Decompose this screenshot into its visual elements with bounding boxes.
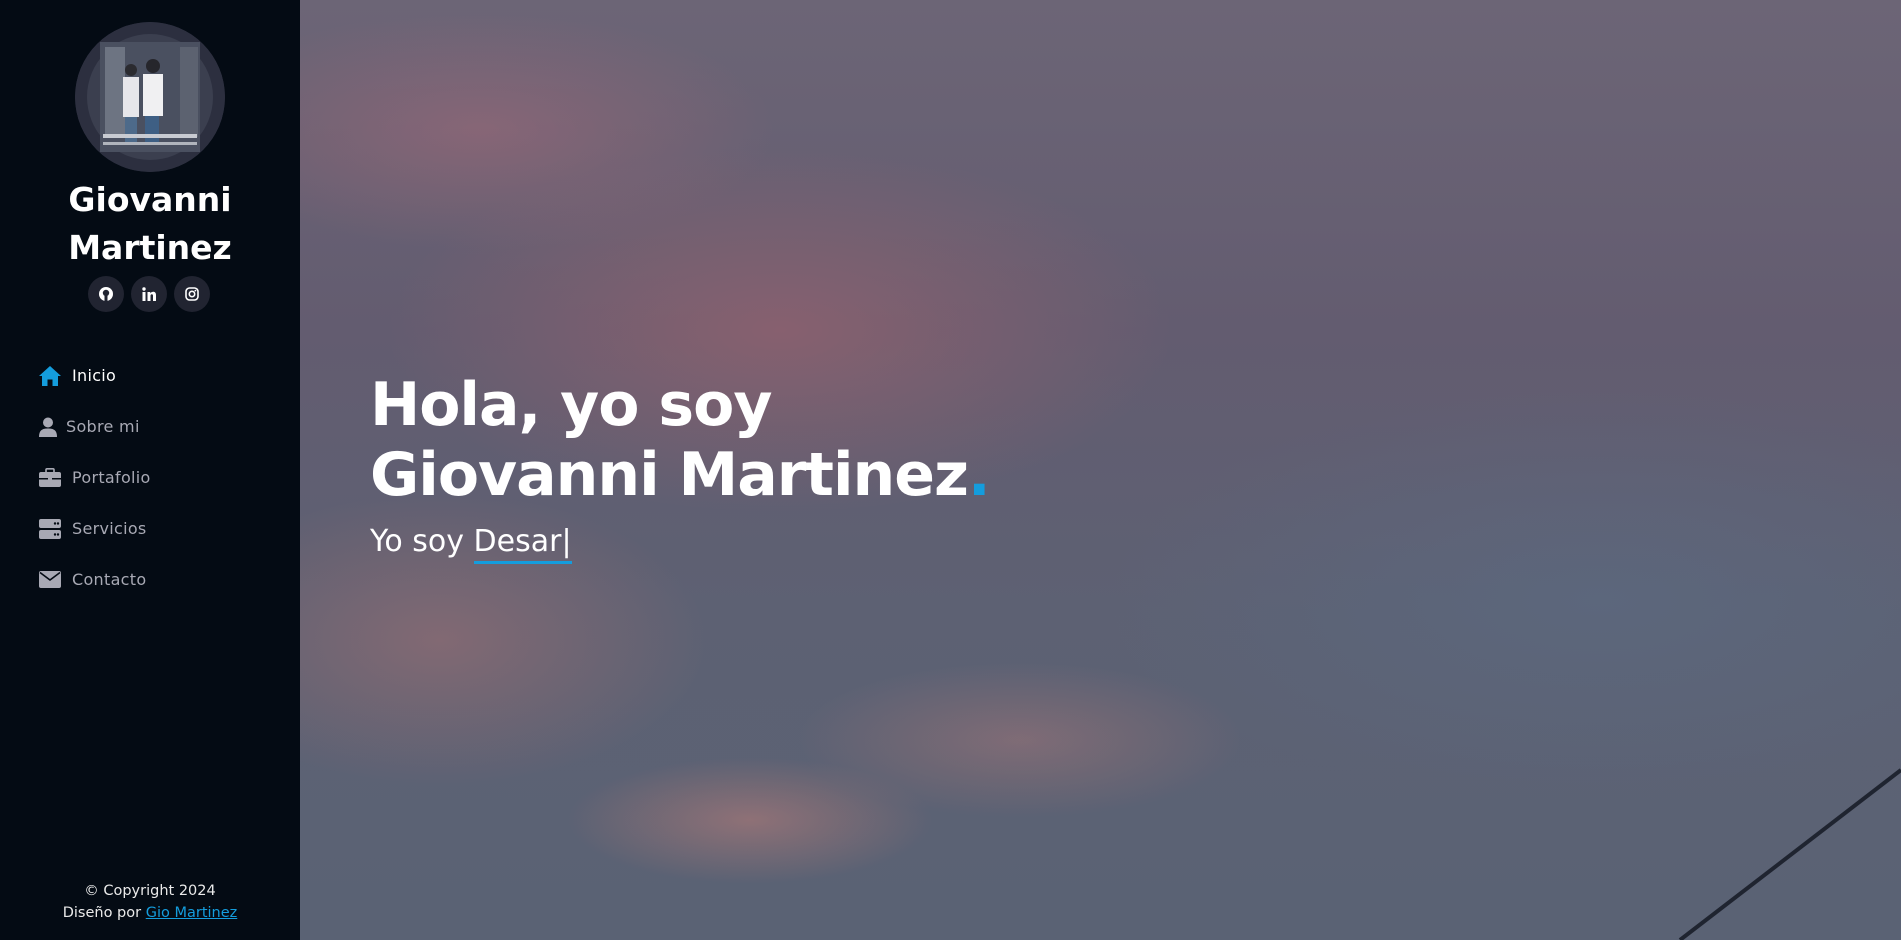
nav-item-contacto[interactable]: Contacto xyxy=(38,554,151,605)
nav-item-servicios[interactable]: Servicios xyxy=(38,503,151,554)
main-nav: Inicio Sobre mi Portafolio Servicios Con… xyxy=(38,350,151,605)
home-icon xyxy=(38,365,62,387)
briefcase-icon xyxy=(38,468,62,487)
sidebar-footer: © Copyright 2024 Diseño por Gio Martinez xyxy=(0,880,300,924)
credit-prefix: Diseño por xyxy=(62,905,142,921)
server-icon xyxy=(38,518,62,539)
instagram-link[interactable] xyxy=(174,276,210,312)
envelope-icon xyxy=(38,571,62,588)
nav-item-sobre-mi[interactable]: Sobre mi xyxy=(38,401,151,452)
hero-title-line1: Hola, yo soy xyxy=(370,370,772,440)
nav-label-portafolio: Portafolio xyxy=(72,468,151,487)
linkedin-link[interactable] xyxy=(131,276,167,312)
typed-word: Desar xyxy=(473,524,562,559)
hero-title-line2: Giovanni Martinez xyxy=(370,440,969,510)
design-credit: Diseño por Gio Martinez xyxy=(0,902,300,924)
social-links xyxy=(88,276,210,312)
instagram-icon xyxy=(185,287,199,301)
copyright-text: © Copyright 2024 xyxy=(84,883,216,899)
nav-label-servicios: Servicios xyxy=(72,519,147,538)
nav-label-contacto: Contacto xyxy=(72,570,147,589)
typing-cursor: | xyxy=(561,524,572,559)
nav-label-sobre-mi: Sobre mi xyxy=(66,417,140,436)
credit-link[interactable]: Gio Martinez xyxy=(146,905,238,921)
linkedin-icon xyxy=(142,287,156,301)
hero-subtitle: Yo soy Desar| xyxy=(370,524,990,564)
hero-title-dot: . xyxy=(967,440,991,510)
nav-label-inicio: Inicio xyxy=(72,366,117,385)
sidebar: Giovanni Martinez Inicio Sobre mi Portaf… xyxy=(0,0,300,940)
github-link[interactable] xyxy=(88,276,124,312)
profile-name: Giovanni Martinez xyxy=(68,180,232,267)
user-icon xyxy=(38,417,58,437)
nav-item-inicio[interactable]: Inicio xyxy=(38,350,151,401)
subtitle-prefix: Yo soy xyxy=(370,524,464,559)
github-icon xyxy=(99,287,113,301)
typed-text: Desar| xyxy=(473,524,572,564)
hero-content: Hola, yo soy Giovanni Martinez. Yo soy D… xyxy=(370,370,991,564)
hero-title: Hola, yo soy Giovanni Martinez. xyxy=(370,370,991,510)
hero-section: Hola, yo soy Giovanni Martinez. Yo soy D… xyxy=(300,0,1901,940)
nav-item-portafolio[interactable]: Portafolio xyxy=(38,452,151,503)
profile-avatar xyxy=(75,22,225,172)
